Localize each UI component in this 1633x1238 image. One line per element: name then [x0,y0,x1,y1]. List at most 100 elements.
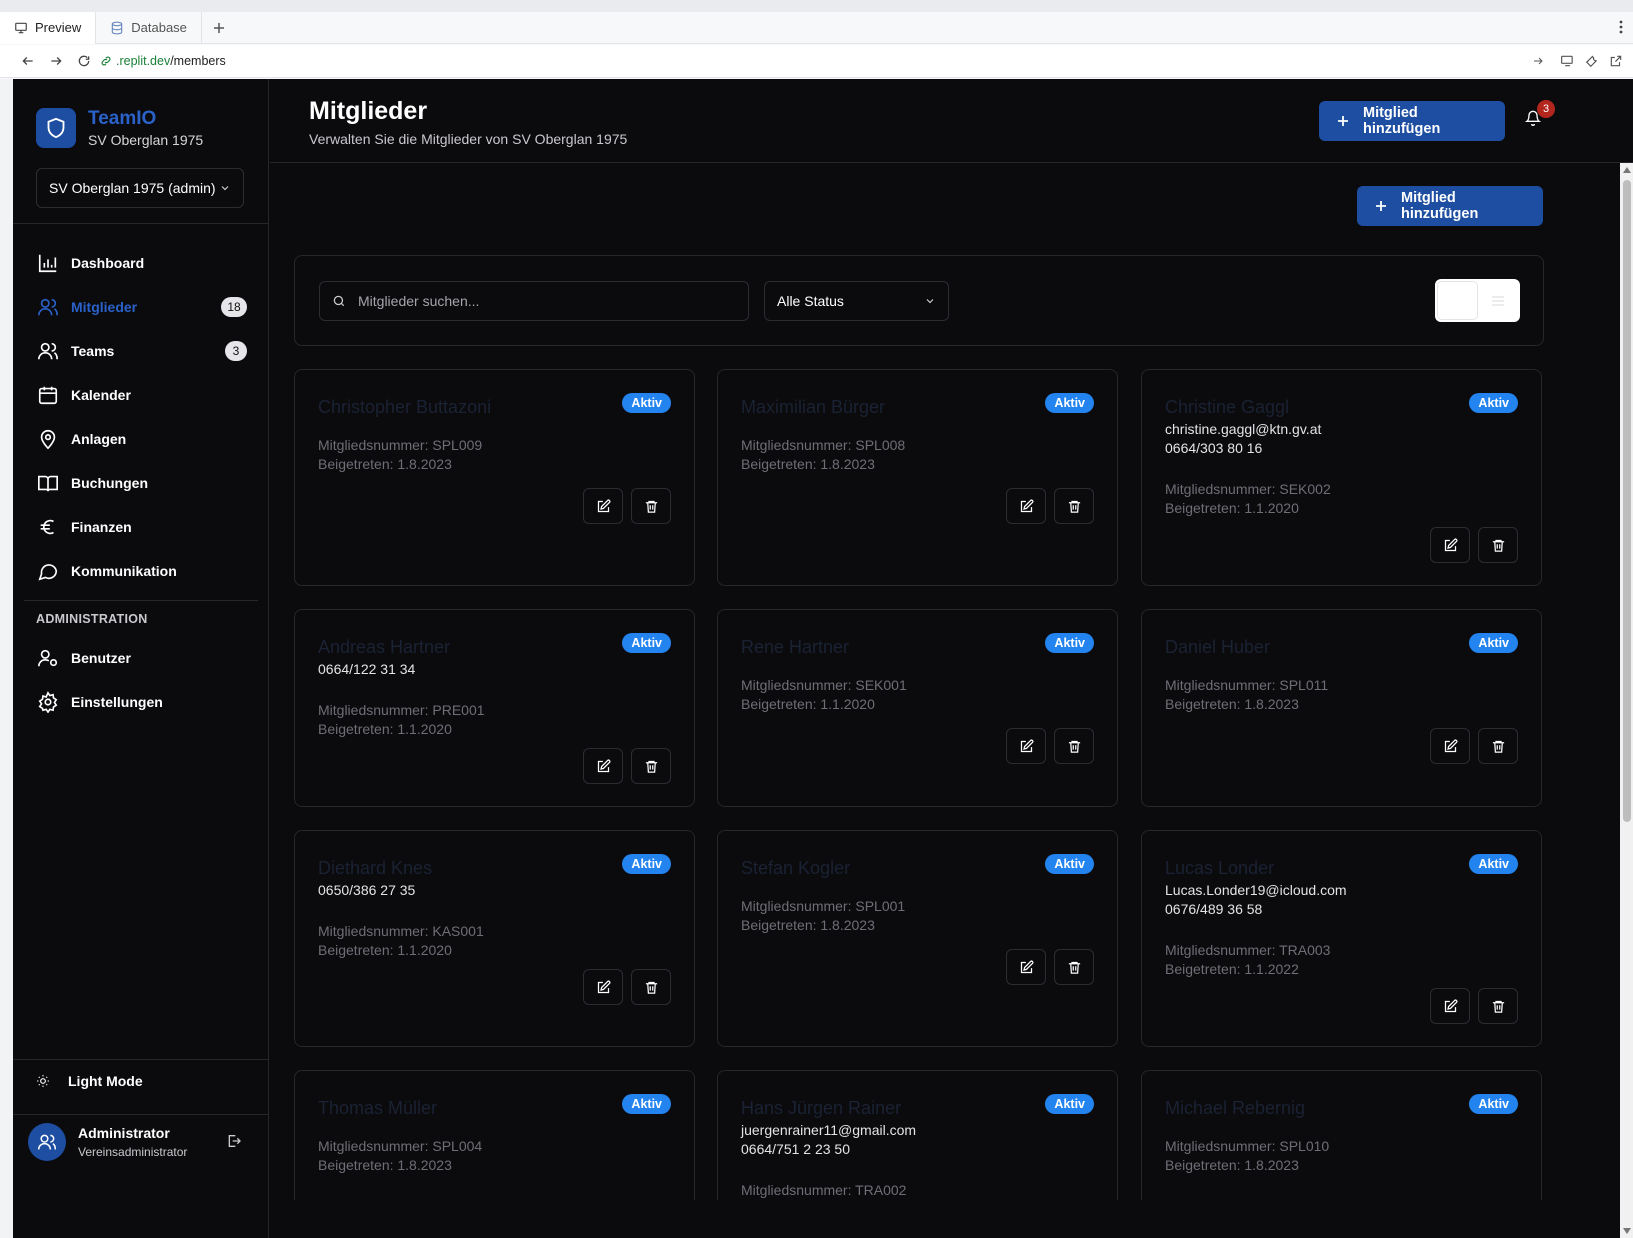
edit-button[interactable] [1430,527,1470,563]
delete-button[interactable] [631,488,671,524]
delete-button[interactable] [1478,988,1518,1024]
member-contact: 0664/751 2 23 50 [741,1141,850,1157]
sidebar-item-teams[interactable]: Teams 3 [25,329,257,373]
admin-section-label: ADMINISTRATION [36,612,148,626]
edit-icon [596,759,611,774]
member-card[interactable]: Hans Jürgen Rainer Aktiv juergenrainer11@g… [717,1070,1118,1200]
member-card[interactable]: Daniel Huber Aktiv Mitgliedsnummer: SPL011… [1141,609,1542,807]
scroll-down-icon[interactable] [1623,1228,1631,1234]
sidebar-item-label: Buchungen [71,475,148,491]
list-view-button[interactable] [1479,282,1518,319]
delete-button[interactable] [631,748,671,784]
sidebar-item-mitglieder[interactable]: Mitglieder 18 [25,285,257,329]
status-badge: Aktiv [1469,393,1518,413]
edit-button[interactable] [1430,988,1470,1024]
delete-button[interactable] [631,969,671,1005]
member-name: Stefan Kogler [741,858,851,878]
member-card[interactable]: Christine Gaggl Aktiv christine.gaggl@ktn.… [1141,369,1542,586]
grid-view-button[interactable] [1438,282,1477,319]
sidebar-item-einstellungen[interactable]: Einstellungen [25,680,257,724]
edit-button[interactable] [1006,728,1046,764]
edit-button[interactable] [1006,949,1046,985]
delete-button[interactable] [1478,527,1518,563]
gear-icon [36,690,60,714]
edit-button[interactable] [1006,488,1046,524]
brand-subtitle: SV Oberglan 1975 [88,132,204,148]
member-name: Michael Rebernig [1165,1098,1306,1118]
brand: TeamIO SV Oberglan 1975 [36,108,203,148]
member-card[interactable]: Diethard Knes Aktiv 0650/386 27 35 Mitglied… [294,830,695,1047]
tab-database[interactable]: Database [96,11,202,44]
external-link-icon[interactable] [1609,54,1623,68]
user-role: Vereinsadministrator [78,1145,188,1159]
status-filter-value: Alle Status [777,293,844,309]
go-arrow-icon[interactable] [1532,55,1544,67]
light-mode-label: Light Mode [68,1073,143,1089]
address-field[interactable]: .replit.dev/members [98,54,1532,68]
sun-icon [36,1074,50,1088]
status-filter-select[interactable]: Alle Status [764,281,949,321]
light-mode-toggle[interactable]: Light Mode [36,1073,143,1089]
search-input[interactable]: Mitglieder suchen... [319,281,749,321]
reload-icon[interactable] [70,47,98,75]
avatar[interactable] [28,1123,66,1161]
sidebar-item-kalender[interactable]: Kalender [25,373,257,417]
map-pin-icon [36,427,60,451]
edit-icon [1019,499,1034,514]
sidebar-item-benutzer[interactable]: Benutzer [25,636,257,680]
search-placeholder: Mitglieder suchen... [358,293,480,309]
delete-button[interactable] [1054,728,1094,764]
euro-icon [36,515,60,539]
member-name: Maximilian Bürger [741,397,886,417]
tab-preview[interactable]: Preview [0,11,97,44]
member-name: Diethard Knes [318,858,433,878]
logout-icon[interactable] [226,1133,242,1149]
member-card[interactable]: Maximilian Bürger Aktiv Mitgliedsnummer: S… [717,369,1118,586]
member-number: Mitgliedsnummer: SEK002 [1165,481,1331,497]
sidebar-item-buchungen[interactable]: Buchungen [25,461,257,505]
sidebar-item-dashboard[interactable]: Dashboard [25,241,257,285]
sidebar-item-anlagen[interactable]: Anlagen [25,417,257,461]
trash-icon [644,499,659,514]
member-joined: Beigetreten: 1.1.2022 [1165,961,1299,977]
user-cog-icon [36,646,60,670]
trash-icon [644,759,659,774]
sidebar-item-kommunikation[interactable]: Kommunikation [25,549,257,593]
member-card[interactable]: Rene Hartner Aktiv Mitgliedsnummer: SEK001… [717,609,1118,807]
member-card[interactable]: Andreas Hartner Aktiv 0664/122 31 34 Mitgli… [294,609,695,807]
edit-button[interactable] [583,748,623,784]
devices-icon[interactable] [1560,54,1575,68]
edit-button[interactable] [583,488,623,524]
wrench-icon[interactable] [1585,54,1599,68]
member-number: Mitgliedsnummer: TRA003 [1165,942,1331,958]
plus-icon [1375,200,1387,212]
member-card[interactable]: Lucas Londer Aktiv Lucas.Londer19@icloud.c… [1141,830,1542,1047]
tab-database-label: Database [131,20,187,35]
member-card[interactable]: Christopher Buttazoni Aktiv Mitgliedsnumme… [294,369,695,586]
edit-button[interactable] [1430,728,1470,764]
sidebar-item-label: Benutzer [71,650,131,666]
trash-icon [1491,538,1506,553]
add-member-button[interactable]: Mitglied hinzufügen [1357,186,1543,226]
forward-arrow-icon[interactable] [42,47,70,75]
scroll-up-icon[interactable] [1623,167,1631,173]
member-contact: 0664/303 80 16 [1165,440,1263,456]
scrollbar-thumb[interactable] [1623,180,1631,822]
add-member-button-header[interactable]: Mitglied hinzufügen [1319,101,1505,141]
delete-button[interactable] [1054,949,1094,985]
edit-button[interactable] [583,969,623,1005]
club-select[interactable]: SV Oberglan 1975 (admin) [36,168,244,208]
member-actions [1006,949,1094,985]
user-group-icon [36,339,60,363]
sidebar-item-finanzen[interactable]: Finanzen [25,505,257,549]
new-tab-button[interactable] [202,12,236,44]
member-card[interactable]: Stefan Kogler Aktiv Mitgliedsnummer: SPL00… [717,830,1118,1047]
member-card[interactable]: Michael Rebernig Aktiv Mitgliedsnummer: SP… [1141,1070,1542,1200]
delete-button[interactable] [1054,488,1094,524]
club-select-value: SV Oberglan 1975 (admin) [49,180,216,196]
member-card[interactable]: Thomas Müller Aktiv Mitgliedsnummer: SPL00… [294,1070,695,1200]
back-arrow-icon[interactable] [14,47,42,75]
scrollbar[interactable] [1620,163,1633,1238]
more-vertical-icon[interactable] [1619,20,1623,34]
delete-button[interactable] [1478,728,1518,764]
